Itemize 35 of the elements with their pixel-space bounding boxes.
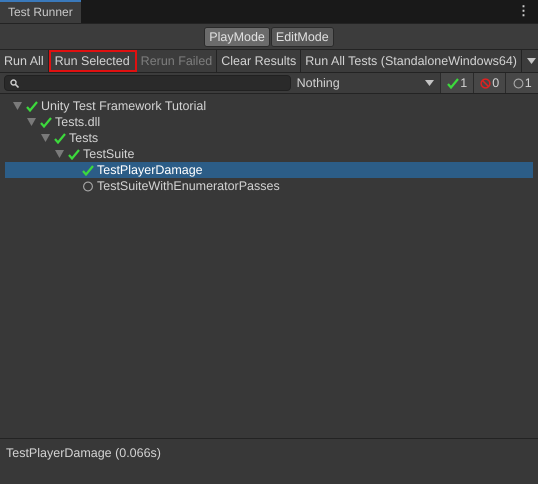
- search-icon: [10, 78, 19, 88]
- tree-item[interactable]: TestSuiteWithEnumeratorPasses: [5, 178, 533, 194]
- expand-triangle-icon[interactable]: [55, 150, 64, 158]
- check-icon: [68, 148, 80, 160]
- check-icon: [26, 100, 38, 112]
- check-icon: [40, 116, 52, 128]
- window-tab[interactable]: Test Runner: [0, 0, 81, 23]
- mode-tab[interactable]: EditMode: [270, 27, 334, 47]
- circle-icon: [82, 180, 94, 192]
- result-filter-toggle[interactable]: 1: [505, 73, 538, 93]
- toolbar-button[interactable]: Run All Tests (StandaloneWindows64): [301, 50, 522, 72]
- result-filter-toggle[interactable]: 1: [440, 73, 473, 93]
- check-icon: [54, 132, 66, 144]
- toolbar-button[interactable]: Clear Results: [217, 50, 302, 72]
- category-dropdown[interactable]: Nothing: [294, 76, 440, 90]
- menu-icon[interactable]: ⋮: [509, 3, 538, 23]
- result-filter-toggle[interactable]: 0: [472, 73, 506, 93]
- expand-triangle-icon[interactable]: [41, 134, 50, 142]
- tree-item[interactable]: Unity Test Framework Tutorial: [5, 98, 533, 114]
- circle-icon: [512, 78, 524, 88]
- check-icon: [82, 164, 94, 176]
- tree-item[interactable]: Tests.dll: [5, 114, 533, 130]
- search-field[interactable]: [4, 75, 291, 91]
- expand-triangle-icon[interactable]: [27, 118, 36, 126]
- tree-item[interactable]: TestSuite: [5, 146, 533, 162]
- tree-item[interactable]: Tests: [5, 130, 533, 146]
- toolbar-button[interactable]: Run Selected: [48, 50, 137, 72]
- tree-item[interactable]: TestPlayerDamage: [5, 162, 533, 178]
- check-icon: [447, 78, 460, 88]
- prohibited-icon: [480, 78, 492, 88]
- expand-triangle-icon[interactable]: [13, 102, 22, 110]
- mode-tab[interactable]: PlayMode: [204, 27, 270, 47]
- toolbar-button[interactable]: Run All: [0, 50, 49, 72]
- dropdown-arrow-icon: [425, 80, 434, 86]
- status-text: TestPlayerDamage (0.066s): [0, 438, 538, 484]
